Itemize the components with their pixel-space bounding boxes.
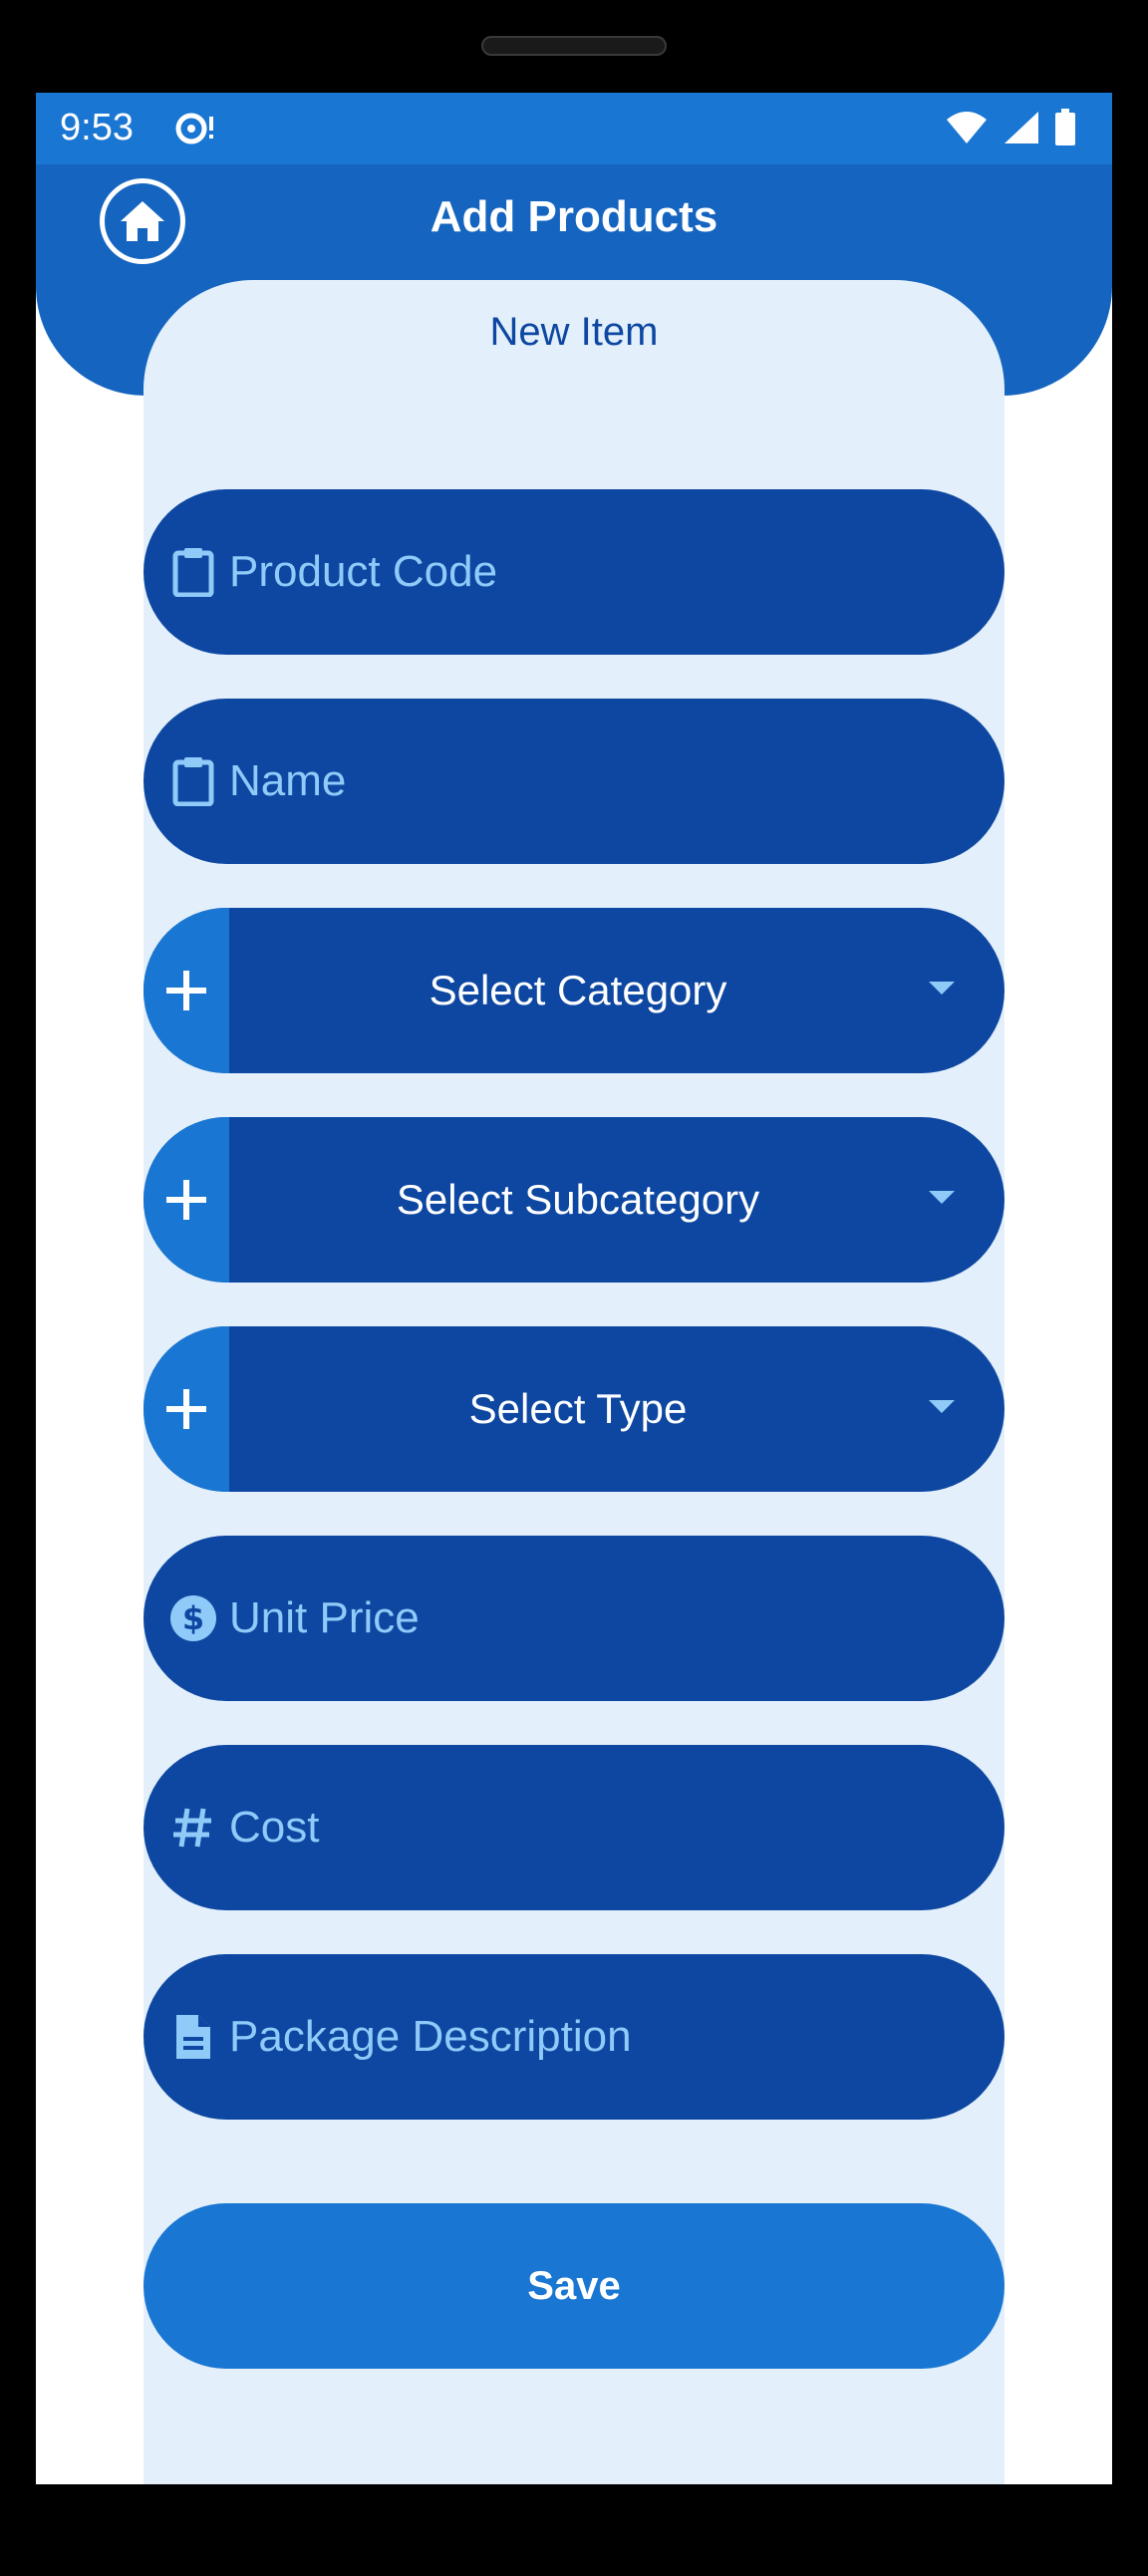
plus-icon: [166, 1180, 206, 1220]
subcategory-select-label: Select Subcategory: [396, 1176, 760, 1223]
clipboard-icon: [169, 752, 217, 810]
name-field[interactable]: Name: [144, 699, 1004, 864]
hash-icon: [169, 1799, 217, 1857]
document-icon: [169, 2008, 217, 2066]
notification-icon: [175, 113, 213, 144]
save-button[interactable]: Save: [144, 2203, 1004, 2369]
dollar-icon: $: [169, 1589, 217, 1647]
battery-icon: [1055, 109, 1075, 145]
chevron-down-icon: [929, 1191, 955, 1204]
product-code-placeholder: Product Code: [229, 547, 498, 596]
status-bar: 9:53: [36, 93, 1112, 164]
form-card: New Item Product Code Name Select Catego…: [144, 280, 1004, 2484]
svg-text:$: $: [182, 1599, 204, 1637]
status-icons: [945, 109, 1076, 146]
cost-placeholder: Cost: [229, 1803, 320, 1852]
clipboard-icon: [169, 543, 217, 601]
screen: 9:53 Add Products New Item Product Code …: [36, 93, 1112, 2484]
unit-price-field[interactable]: $ Unit Price: [144, 1536, 1004, 1701]
unit-price-placeholder: Unit Price: [229, 1593, 420, 1642]
cost-field[interactable]: Cost: [144, 1745, 1004, 1910]
speaker-grille: [481, 36, 667, 56]
subcategory-select[interactable]: Select Subcategory: [144, 1117, 1004, 1283]
package-description-placeholder: Package Description: [229, 2012, 632, 2061]
page-title: Add Products: [430, 192, 718, 241]
type-select-label: Select Type: [468, 1385, 688, 1432]
device-frame: 9:53 Add Products New Item Product Code …: [0, 0, 1148, 2576]
category-select[interactable]: Select Category: [144, 908, 1004, 1073]
plus-icon: [166, 971, 206, 1010]
category-select-label: Select Category: [429, 967, 727, 1013]
type-select[interactable]: Select Type: [144, 1326, 1004, 1492]
wifi-icon: [947, 112, 987, 143]
product-code-field[interactable]: Product Code: [144, 489, 1004, 655]
chevron-down-icon: [929, 1400, 955, 1413]
add-type-button[interactable]: [144, 1326, 229, 1492]
add-category-button[interactable]: [144, 908, 229, 1073]
form-title: New Item: [489, 310, 659, 354]
plus-icon: [166, 1389, 206, 1429]
status-time: 9:53: [60, 107, 134, 148]
add-subcategory-button[interactable]: [144, 1117, 229, 1283]
chevron-down-icon: [929, 982, 955, 995]
package-description-field[interactable]: Package Description: [144, 1954, 1004, 2120]
name-placeholder: Name: [229, 756, 347, 805]
signal-icon: [1004, 112, 1038, 143]
